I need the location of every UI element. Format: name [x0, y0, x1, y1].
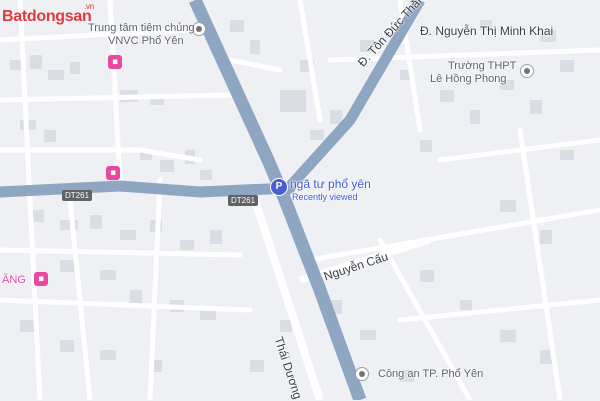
school-pin-icon[interactable] [520, 64, 534, 78]
poi-label-left-edge: ĂNG [2, 274, 26, 286]
poi-label-police[interactable]: Công an TP. Phổ Yên [378, 368, 483, 381]
road-label-nguyen-thi-minh-khai: Đ. Nguyễn Thị Minh Khai [420, 24, 554, 38]
poi-label-school-line2[interactable]: Lê Hồng Phong [430, 73, 506, 86]
hotel-icon[interactable]: ▪ [108, 55, 122, 69]
police-pin-icon[interactable] [355, 367, 369, 381]
selected-place-status: Recently viewed [292, 192, 358, 202]
hotel-icon[interactable]: ▪ [34, 272, 48, 286]
logo-suffix: .vn [84, 2, 94, 11]
road-shield-dt261-left: DT261 [62, 190, 93, 201]
batdongsan-logo[interactable]: Batdongsan .vn [2, 2, 94, 26]
road-shield-dt261-right: DT261 [228, 195, 259, 206]
parking-marker-icon[interactable]: P [270, 178, 288, 196]
hotel-icon[interactable]: ▪ [106, 166, 120, 180]
dt261-road[interactable] [0, 180, 296, 198]
poi-label-vnvc-line1[interactable]: Trung tâm tiêm chủng [88, 22, 195, 35]
selected-place-name[interactable]: ngã tư phổ yên [290, 177, 371, 191]
logo-text: Batdongsan [2, 8, 92, 25]
poi-label-school-line1[interactable]: Trường THPT [448, 60, 516, 73]
poi-label-vnvc-line2[interactable]: VNVC Phổ Yên [108, 35, 184, 48]
